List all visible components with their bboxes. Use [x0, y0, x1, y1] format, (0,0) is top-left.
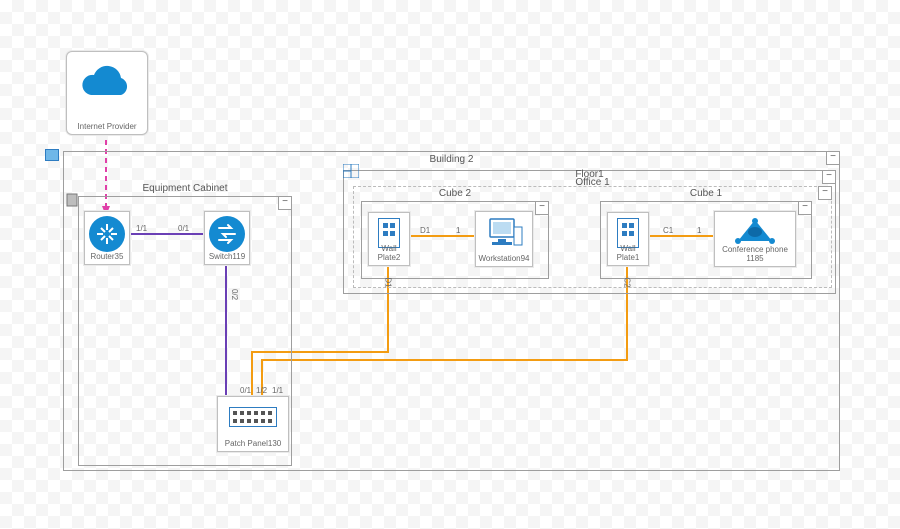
collapse-toggle[interactable]: − [278, 196, 292, 210]
node-label: Switch119 [205, 252, 249, 261]
edge-label: 0/1 [178, 224, 189, 233]
node-patch-panel[interactable]: Patch Panel130 [217, 396, 289, 452]
edge-label: 1/1 [136, 224, 147, 233]
group-title: Office 1 [354, 177, 831, 188]
node-label: Wall Plate2 [369, 244, 409, 262]
cabinet-icon [66, 193, 78, 207]
node-label: Conference phone 1185 [715, 245, 795, 263]
node-label: Router35 [85, 252, 129, 261]
floor-icon [343, 164, 359, 178]
node-label: Wall Plate1 [608, 244, 648, 262]
router-icon [89, 216, 125, 252]
node-label: Workstation94 [476, 254, 532, 263]
node-wall-plate2[interactable]: Wall Plate2 [368, 212, 410, 266]
node-switch[interactable]: Switch119 [204, 211, 250, 265]
node-label: Internet Provider [67, 122, 147, 131]
edge-label: 1 [697, 226, 701, 235]
conference-phone-icon [732, 217, 778, 247]
building-icon [44, 148, 60, 162]
collapse-toggle[interactable]: − [798, 201, 812, 215]
switch-icon [209, 216, 245, 252]
node-label: Patch Panel130 [218, 439, 288, 448]
edge-label: D1 [384, 277, 393, 287]
group-title: Cube 2 [362, 188, 548, 199]
edge-label: C1 [663, 226, 673, 235]
edge-label: 0/1 [240, 386, 251, 395]
group-title: Cube 1 [601, 188, 811, 199]
node-router[interactable]: Router35 [84, 211, 130, 265]
collapse-toggle[interactable]: − [818, 186, 832, 200]
workstation-icon [484, 217, 524, 249]
collapse-toggle[interactable]: − [535, 201, 549, 215]
diagram-canvas: Internet Provider Building 2 − Equipment… [0, 0, 900, 529]
node-wall-plate1[interactable]: Wall Plate1 [607, 212, 649, 266]
patch-panel-icon [229, 407, 277, 427]
node-conference-phone[interactable]: Conference phone 1185 [714, 211, 796, 267]
edge-label: 0/2 [230, 289, 239, 300]
edge-label: 1 [456, 226, 460, 235]
node-workstation[interactable]: Workstation94 [475, 211, 533, 267]
edge-label: D1 [420, 226, 430, 235]
edge-label: C2 [623, 277, 632, 287]
group-title: Equipment Cabinet [79, 183, 291, 194]
edge-label: 1/1 [272, 386, 283, 395]
edge-label: 1/2 [256, 386, 267, 395]
collapse-toggle[interactable]: − [826, 151, 840, 165]
cloud-icon [79, 60, 135, 104]
node-internet-provider[interactable]: Internet Provider [66, 51, 148, 135]
group-title: Building 2 [64, 154, 839, 165]
